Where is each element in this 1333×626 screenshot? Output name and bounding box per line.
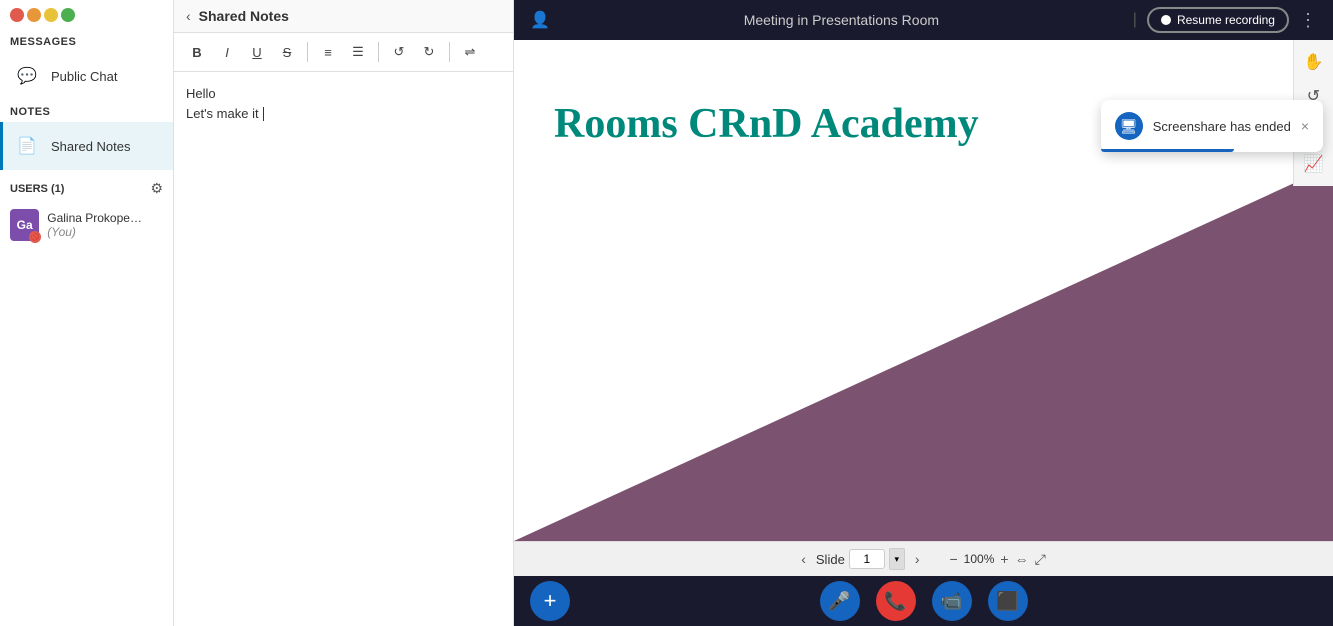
zoom-controls: − 100% + ⇔ ⤢ <box>949 551 1045 568</box>
underline-button[interactable]: U <box>244 39 270 65</box>
italic-button[interactable]: I <box>214 39 240 65</box>
notes-editor[interactable]: Hello Let's make it <box>174 72 513 626</box>
user-you-label: (You) <box>47 225 76 239</box>
bottom-bar: + 🎤 📞 📹 ⬛ <box>514 576 1333 626</box>
back-button[interactable]: ‹ <box>186 8 191 24</box>
next-slide-button[interactable]: › <box>915 551 920 567</box>
logo-circle-red <box>10 8 24 22</box>
user-name: Galina Prokope… (You) <box>47 211 163 239</box>
text-cursor <box>263 107 264 121</box>
strikethrough-button[interactable]: S <box>274 39 300 65</box>
slide-number-input[interactable] <box>849 549 885 569</box>
notes-line-2: Let's make it <box>186 104 501 124</box>
notes-toolbar: B I U S ≡ ☰ ↺ ↻ ⇌ <box>174 33 513 72</box>
video-button[interactable]: 📹 <box>932 581 972 621</box>
user-name-text: Galina Prokope… <box>47 211 142 225</box>
resume-recording-label: Resume recording <box>1177 13 1275 27</box>
slide-number-wrap: Slide ▾ <box>816 548 905 570</box>
add-action-button[interactable]: + <box>530 581 570 621</box>
notification-screenshare: 🖥 Screenshare has ended × <box>1101 100 1323 152</box>
recording-dot <box>1161 15 1171 25</box>
undo-button[interactable]: ↺ <box>386 39 412 65</box>
notification-progress-bar <box>1101 149 1234 152</box>
slide-dropdown-button[interactable]: ▾ <box>889 548 905 570</box>
user-icon: 👤 <box>530 10 550 30</box>
user-avatar: Ga 🚫 <box>10 209 39 241</box>
exchange-button[interactable]: ⇌ <box>457 39 483 65</box>
notes-panel: ‹ Shared Notes B I U S ≡ ☰ ↺ ↻ ⇌ Hello L… <box>174 0 514 626</box>
logo-circle-yellow <box>44 8 58 22</box>
zoom-level: 100% <box>964 552 995 566</box>
chat-icon: 💬 <box>13 62 41 90</box>
users-section: USERS (1) ⚙ <box>0 174 173 203</box>
slide-navigation: ‹ Slide ▾ › − 100% + ⇔ ⤢ <box>514 541 1333 576</box>
sidebar-item-shared-notes[interactable]: 📄 Shared Notes <box>0 122 173 170</box>
header-divider: | <box>1133 11 1137 29</box>
toolbar-separator-2 <box>378 42 379 62</box>
notes-section-label: NOTES <box>0 100 173 122</box>
users-section-label: USERS (1) <box>10 183 64 195</box>
main-header: 👤 Meeting in Presentations Room | Resume… <box>514 0 1333 40</box>
notes-header: ‹ Shared Notes <box>174 0 513 33</box>
redo-button[interactable]: ↻ <box>416 39 442 65</box>
avatar-initials: Ga <box>17 218 33 232</box>
sidebar: MESSAGES 💬 Public Chat NOTES 📄 Shared No… <box>0 0 174 626</box>
toolbar-separator-1 <box>307 42 308 62</box>
logo-circles <box>10 8 75 22</box>
sidebar-item-public-chat[interactable]: 💬 Public Chat <box>0 52 173 100</box>
user-mute-badge: 🚫 <box>29 231 41 243</box>
screen-share-button[interactable]: ⬛ <box>988 581 1028 621</box>
messages-section-label: MESSAGES <box>0 30 173 52</box>
zoom-out-button[interactable]: − <box>949 551 957 567</box>
header-right: | Resume recording ⋮ <box>1133 7 1317 33</box>
notification-close-button[interactable]: × <box>1301 118 1309 134</box>
shared-notes-label: Shared Notes <box>51 139 131 154</box>
toolbar-separator-3 <box>449 42 450 62</box>
logo-circle-orange <box>27 8 41 22</box>
user-list-item[interactable]: Ga 🚫 Galina Prokope… (You) <box>0 203 173 247</box>
unordered-list-button[interactable]: ☰ <box>345 39 371 65</box>
notes-panel-title: Shared Notes <box>199 8 289 24</box>
slide-area: Rooms CRnD Academy ✋ ↺ 🗑 📈 🖥 Screenshare… <box>514 40 1333 541</box>
logo-area <box>0 0 173 30</box>
main-area: 👤 Meeting in Presentations Room | Resume… <box>514 0 1333 626</box>
hand-tool-button[interactable]: ✋ <box>1298 46 1330 78</box>
public-chat-label: Public Chat <box>51 69 117 84</box>
annotate-tool-button[interactable]: 📈 <box>1298 148 1330 180</box>
more-options-button[interactable]: ⋮ <box>1299 10 1317 31</box>
notes-line-1: Hello <box>186 84 501 104</box>
notification-text: Screenshare has ended <box>1153 119 1291 134</box>
prev-slide-button[interactable]: ‹ <box>801 551 806 567</box>
notification-icon: 🖥 <box>1115 112 1143 140</box>
ordered-list-button[interactable]: ≡ <box>315 39 341 65</box>
mic-button[interactable]: 🎤 <box>820 581 860 621</box>
slide-label: Slide <box>816 552 845 567</box>
notes-icon: 📄 <box>13 132 41 160</box>
fullscreen-button[interactable]: ⤢ <box>1035 551 1046 568</box>
fit-screen-button[interactable]: ⇔ <box>1015 551 1029 567</box>
resume-recording-button[interactable]: Resume recording <box>1147 7 1289 33</box>
logo-circle-green <box>61 8 75 22</box>
users-settings-button[interactable]: ⚙ <box>150 180 163 197</box>
bold-button[interactable]: B <box>184 39 210 65</box>
end-call-button[interactable]: 📞 <box>876 581 916 621</box>
meeting-title: Meeting in Presentations Room <box>744 12 939 28</box>
zoom-in-button[interactable]: + <box>1000 551 1008 567</box>
